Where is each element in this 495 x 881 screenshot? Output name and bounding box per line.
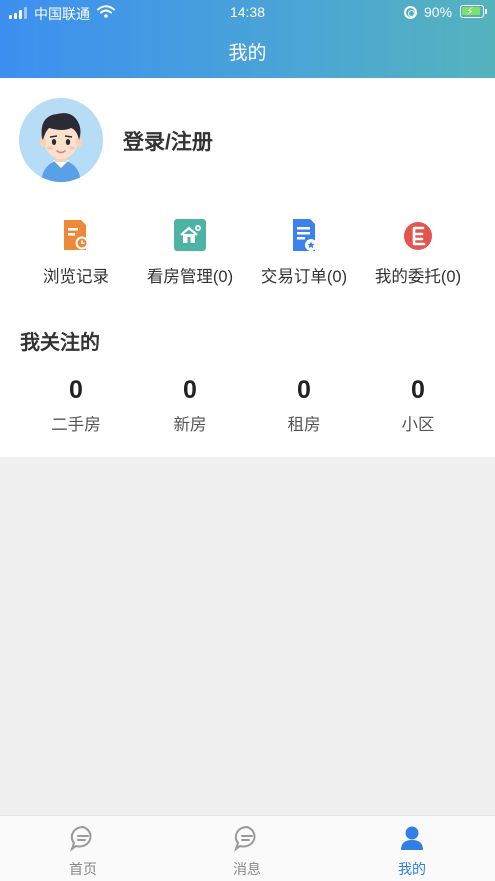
quick-action-history[interactable]: 浏览记录 [21,218,131,287]
follow-count: 0 [183,376,197,404]
quick-action-house-manage[interactable]: 看房管理(0) [135,218,245,287]
follow-item-new-house[interactable]: 0 新房 [135,376,245,435]
quick-actions: 浏览记录 看房管理(0) 交易订单(0) 我的委托(0) [0,218,495,288]
bottom-tab-bar: 首页 消息 我的 [0,815,495,881]
profile-card: 登录/注册 浏览记录 看房管理(0) 交易订单(0) 我的委托(0) 我关注的 … [0,78,495,457]
follow-item-rent[interactable]: 0 租房 [249,376,359,435]
tab-mine[interactable]: 我的 [357,824,467,879]
follow-item-second-hand[interactable]: 0 二手房 [21,376,131,435]
order-icon [293,219,317,251]
quick-action-orders[interactable]: 交易订单(0) [249,218,359,287]
tab-messages[interactable]: 消息 [192,824,302,879]
follow-item-community[interactable]: 0 小区 [363,376,473,435]
header: 中国联通 14:38 90% ⚡ 我的 [0,0,495,78]
battery-percent: 90% [424,4,453,20]
quick-action-label: 我的委托(0) [374,268,462,286]
quick-action-label: 浏览记录 [43,268,109,286]
tab-label: 消息 [233,861,261,877]
orientation-lock-icon [404,6,417,19]
follow-count: 0 [297,376,311,404]
status-bar: 中国联通 14:38 90% ⚡ [0,0,495,26]
status-time: 14:38 [229,4,266,20]
chat-bubble-icon [70,825,92,852]
avatar[interactable] [19,98,103,182]
follow-count: 0 [69,376,83,404]
follow-section-title: 我关注的 [20,332,100,354]
avatar-illustration [39,113,83,182]
follow-label: 新房 [173,416,207,434]
page-title: 我的 [228,43,267,64]
quick-action-commission[interactable]: 我的委托(0) [363,218,473,287]
chat-bubble-icon [234,825,256,852]
follow-count: 0 [411,376,425,404]
battery-icon: ⚡ [460,5,487,18]
tab-label: 我的 [398,861,426,877]
follow-label: 二手房 [51,416,101,434]
commission-icon [404,222,432,250]
history-icon [64,220,89,250]
tab-label: 首页 [69,861,97,877]
quick-action-label: 看房管理(0) [146,268,234,286]
follow-label: 租房 [287,416,321,434]
login-register-link[interactable]: 登录/注册 [123,126,213,156]
house-manage-icon [174,219,206,251]
person-icon [401,826,423,850]
follow-label: 小区 [401,416,435,434]
tab-home[interactable]: 首页 [28,824,138,879]
quick-action-label: 交易订单(0) [260,268,348,286]
